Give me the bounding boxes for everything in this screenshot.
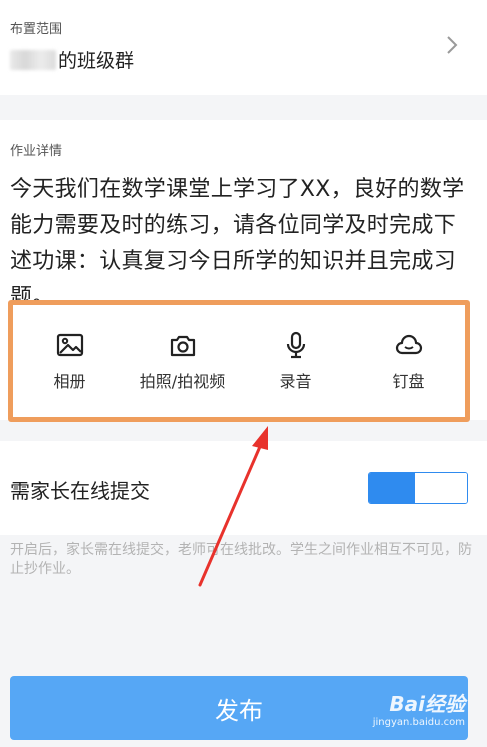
record-label: 录音 — [279, 372, 312, 391]
record-button[interactable]: 录音 — [241, 330, 351, 392]
camera-label: 拍照/拍视频 — [139, 372, 226, 391]
hint-text: 开启后，家长需在线提交，老师可在线批改。学生之间作业相互不可见，防止抄作业。 — [10, 542, 472, 577]
album-label: 相册 — [53, 372, 86, 391]
camera-icon — [170, 335, 195, 357]
scope-value: 的班级群 — [10, 46, 134, 73]
scope-label: 布置范围 — [10, 22, 63, 37]
cloud-icon — [395, 334, 422, 355]
homework-text[interactable]: 今天我们在数学课堂上学习了XX，良好的数学能力需要及时的练习，请各位同学及时完成… — [10, 172, 472, 316]
scope-row[interactable]: 布置范围 的班级群 — [0, 0, 487, 95]
attachment-toolbar: 相册 拍照/拍视频 录音 钉盘 — [8, 300, 470, 422]
blurred-name — [10, 49, 56, 70]
parent-submit-label: 需家长在线提交 — [10, 479, 150, 503]
watermark-sub: jingyan.baidu.com — [372, 717, 465, 728]
chevron-right-icon[interactable] — [441, 34, 463, 56]
parent-submit-toggle[interactable] — [368, 472, 468, 504]
microphone-icon — [286, 331, 305, 359]
toggle-on-segment — [369, 473, 415, 503]
details-label: 作业详情 — [10, 144, 63, 159]
baidu-watermark: Bai经验 jingyan.baidu.com — [373, 688, 465, 728]
scope-value-text: 的班级群 — [58, 50, 135, 72]
image-icon — [56, 333, 83, 357]
camera-button[interactable]: 拍照/拍视频 — [128, 330, 238, 392]
album-button[interactable]: 相册 — [15, 330, 125, 392]
watermark-main: Bai经验 — [389, 692, 465, 716]
dingpan-label: 钉盘 — [392, 372, 425, 391]
dingpan-button[interactable]: 钉盘 — [354, 330, 464, 392]
toggle-off-segment — [417, 473, 467, 503]
